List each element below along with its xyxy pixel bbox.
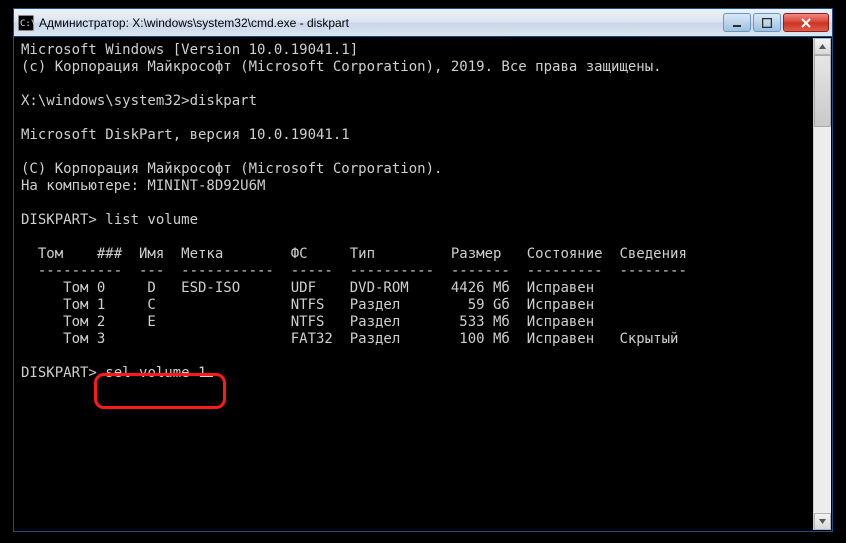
table-row: Том 1 C NTFS Раздел 59 Gб Исправен (21, 297, 594, 313)
close-button[interactable] (783, 13, 829, 32)
scroll-up-button[interactable] (814, 38, 831, 55)
vertical-scrollbar[interactable] (813, 38, 831, 530)
cmd-window: C:\ Администратор: X:\windows\system32\c… (13, 8, 833, 532)
table-row: Том 0 D ESD-ISO UDF DVD-ROM 4426 Мб Испр… (21, 280, 594, 296)
table-row: Том 2 E NTFS Раздел 533 Мб Исправен (21, 314, 594, 330)
prompt: DISKPART> (21, 365, 105, 381)
client-area: Microsoft Windows [Version 10.0.19041.1]… (15, 38, 831, 530)
svg-text:C:\: C:\ (20, 19, 34, 29)
term-line: ---------- --- ----------- ----- -------… (21, 263, 687, 279)
term-line: (c) Корпорация Майкрософт (Microsoft Cor… (21, 59, 662, 75)
screenshot-frame: C:\ Администратор: X:\windows\system32\c… (0, 0, 846, 543)
term-line: (C) Корпорация Майкрософт (Microsoft Cor… (21, 161, 442, 177)
term-line: Microsoft DiskPart, версия 10.0.19041.1 (21, 127, 350, 143)
term-line: X:\windows\system32>diskpart (21, 93, 257, 109)
scroll-thumb[interactable] (814, 55, 831, 127)
term-line: Том ### Имя Метка ФС Тип Размер Состояни… (21, 246, 687, 262)
current-command: sel volume 1 (105, 365, 206, 381)
scroll-down-button[interactable] (814, 513, 831, 530)
cmd-icon: C:\ (18, 15, 34, 31)
table-row: Том 3 FAT32 Раздел 100 Мб Исправен Скрыт… (21, 331, 678, 347)
maximize-button[interactable] (753, 13, 781, 32)
term-line: На компьютере: MININT-8D92U6M (21, 178, 265, 194)
minimize-button[interactable] (723, 13, 751, 32)
scroll-track[interactable] (814, 55, 831, 513)
text-cursor (205, 375, 213, 377)
terminal[interactable]: Microsoft Windows [Version 10.0.19041.1]… (15, 38, 813, 530)
term-line: DISKPART> list volume (21, 212, 198, 228)
term-line: Microsoft Windows [Version 10.0.19041.1] (21, 42, 358, 58)
window-buttons (723, 13, 830, 32)
window-title: Администратор: X:\windows\system32\cmd.e… (39, 16, 723, 30)
titlebar[interactable]: C:\ Администратор: X:\windows\system32\c… (14, 9, 832, 37)
